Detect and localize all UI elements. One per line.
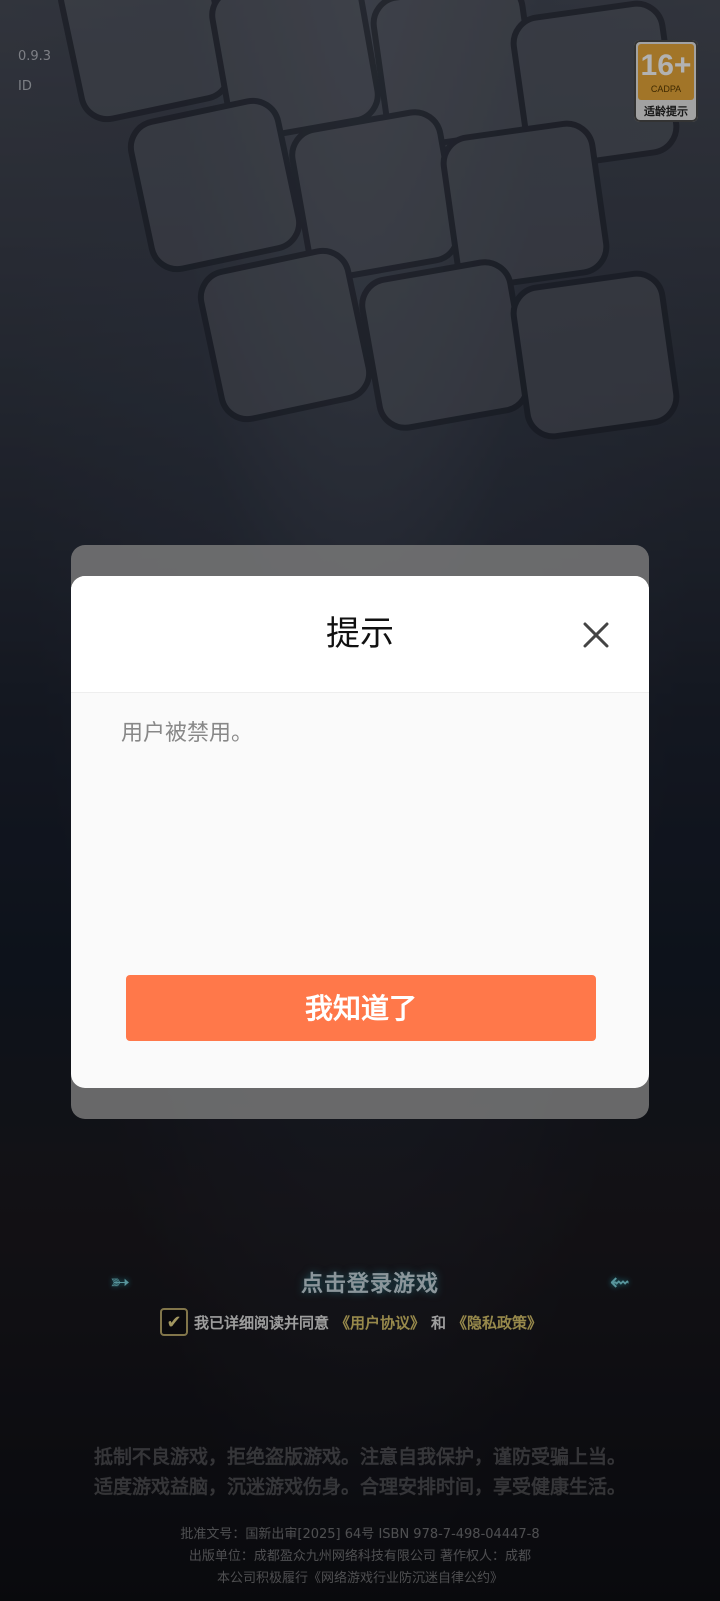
confirm-button[interactable]: 我知道了	[126, 975, 596, 1041]
dialog-message: 用户被禁用。	[121, 721, 254, 746]
dialog-title: 提示	[326, 614, 394, 654]
close-button[interactable]	[579, 618, 613, 652]
close-icon	[583, 622, 609, 648]
alert-dialog: 提示 用户被禁用。 我知道了	[71, 576, 649, 1088]
dialog-header: 提示	[71, 576, 649, 693]
